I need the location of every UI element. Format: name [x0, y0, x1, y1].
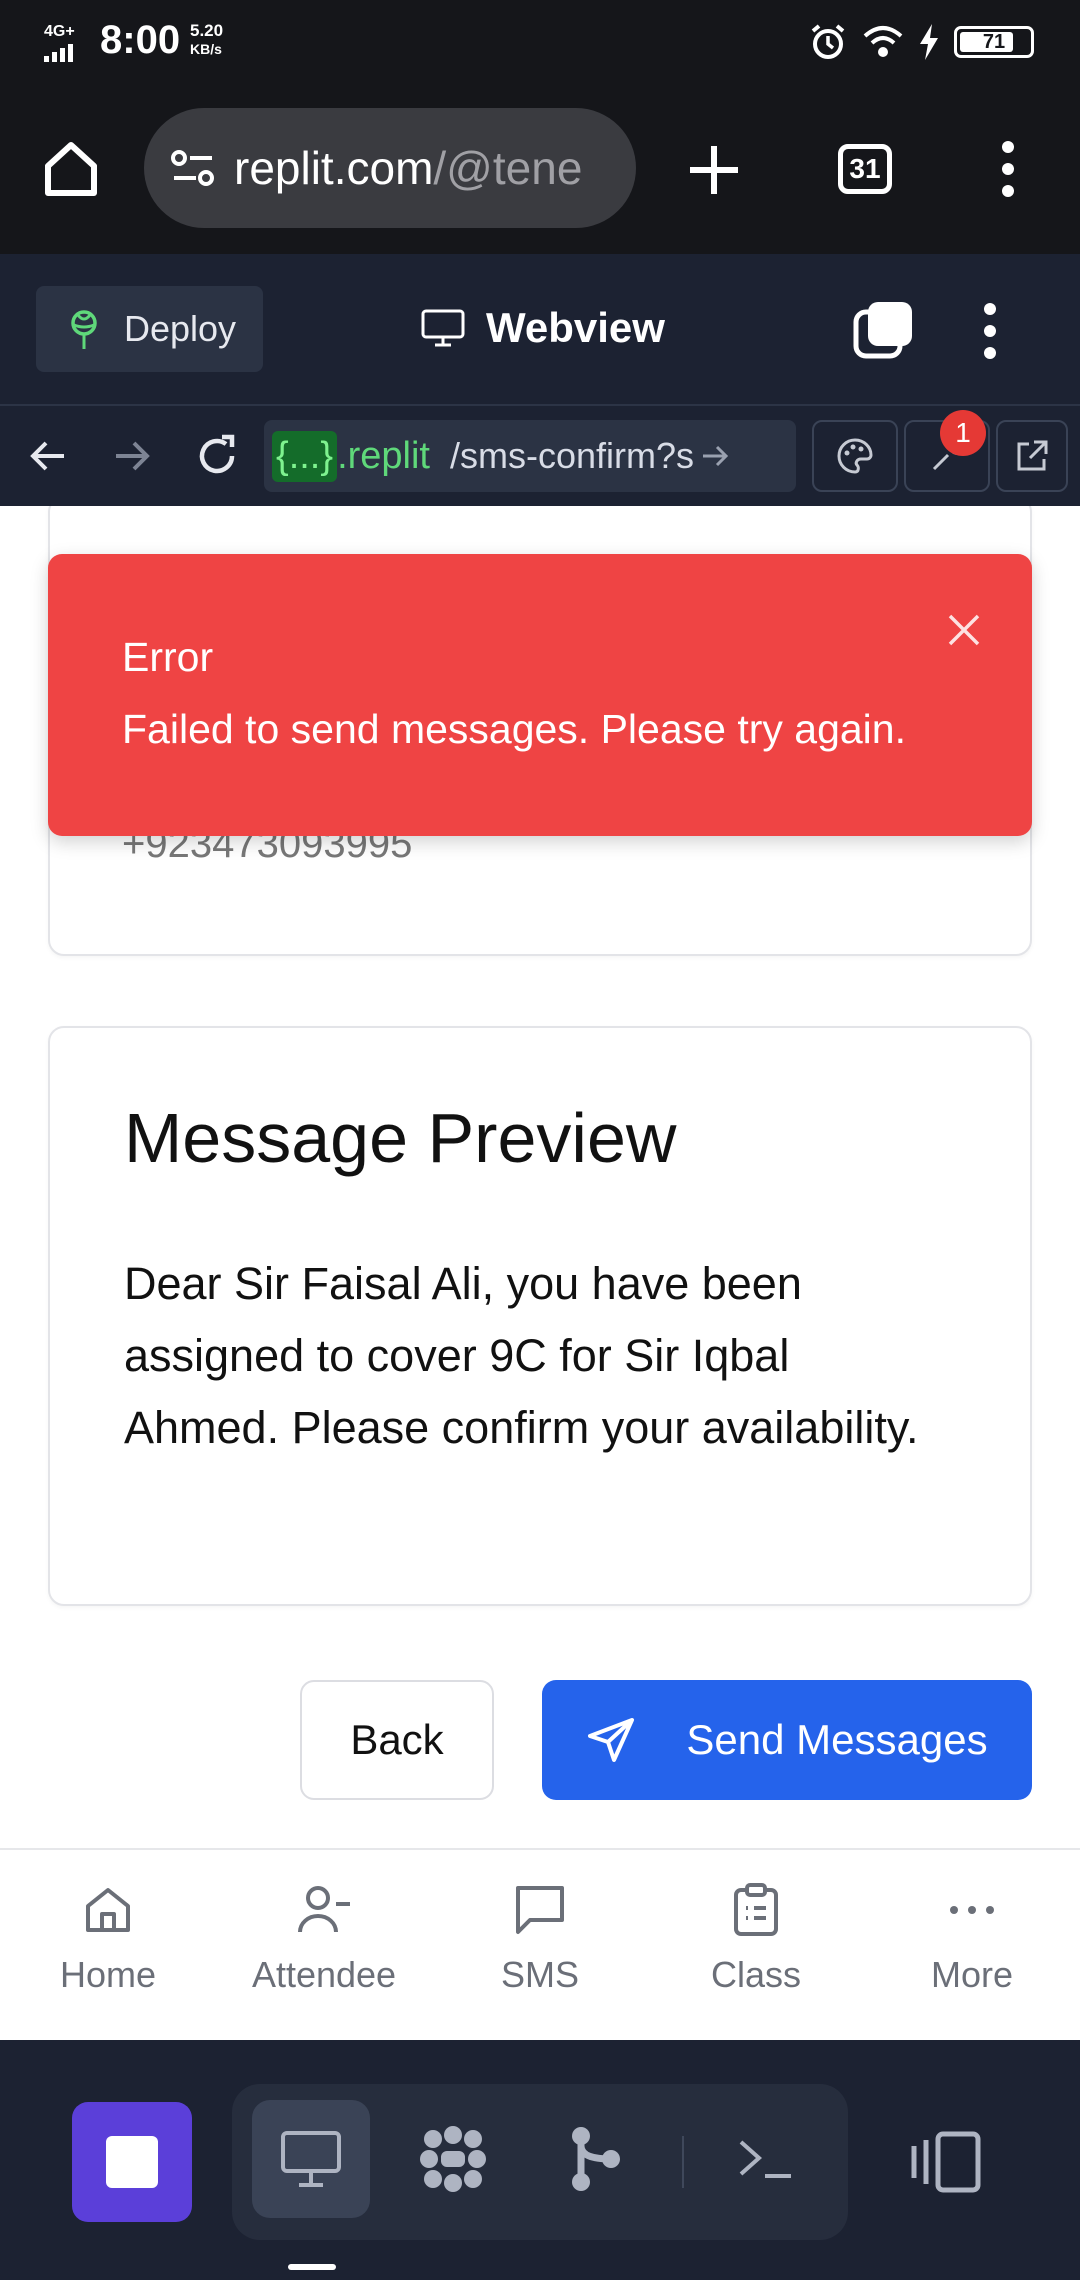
repl-domain: .replit — [337, 434, 430, 477]
tab-label: Attendee — [251, 1954, 397, 1995]
stop-button[interactable] — [72, 2102, 192, 2222]
webview-path: /sms-confirm?s — [449, 435, 695, 476]
status-icons: 71 — [808, 22, 1034, 62]
message-preview-card: Message Preview Dear Sir Faisal Ali, you… — [48, 1026, 1032, 1606]
browser-menu-icon[interactable] — [998, 138, 1018, 200]
wifi-icon — [863, 26, 903, 57]
deploy-button[interactable]: Deploy — [36, 286, 263, 372]
tab-sms[interactable]: SMS — [432, 1850, 648, 2040]
tool-divider — [682, 2136, 684, 2188]
speed-unit: KB/s — [190, 41, 222, 57]
tab-attendee[interactable]: Attendee — [216, 1850, 432, 2040]
more-horizontal-icon — [950, 1906, 994, 1914]
address-bar[interactable]: replit.com/@tene — [144, 108, 636, 228]
back-button[interactable]: Back — [300, 1680, 494, 1800]
agent-tool-button[interactable] — [394, 2100, 512, 2218]
tab-more[interactable]: More — [864, 1850, 1080, 2040]
home-icon[interactable] — [40, 138, 102, 200]
tab-home[interactable]: Home — [0, 1850, 216, 2040]
url-domain: replit.com — [234, 142, 434, 194]
monitor-icon — [281, 2131, 341, 2187]
error-toast: Error Failed to send messages. Please tr… — [48, 554, 1032, 836]
agent-icon — [420, 2126, 486, 2192]
deploy-icon — [71, 310, 97, 349]
send-messages-button[interactable]: Send Messages — [542, 1680, 1032, 1800]
notification-badge: 1 — [940, 410, 986, 456]
webview-label: Webview — [486, 304, 665, 351]
git-branch-icon — [572, 2127, 620, 2191]
clipboard-icon — [734, 1883, 778, 1936]
deploy-label: Deploy — [124, 308, 237, 349]
back-arrow-icon[interactable] — [26, 434, 70, 478]
external-link-icon — [1017, 440, 1048, 471]
stop-icon — [106, 2136, 158, 2188]
tab-label: More — [930, 1954, 1014, 1995]
app-tab-bar: Home Attendee SMS Class More — [0, 1848, 1080, 2040]
webview-tab[interactable]: Webview — [420, 304, 665, 352]
battery-level: 71 — [982, 30, 1006, 53]
toast-title: Error — [122, 634, 214, 680]
url-text: replit.com/@tene — [234, 141, 582, 195]
send-icon — [588, 1718, 635, 1762]
preview-title: Message Preview — [124, 1099, 677, 1177]
open-external-button[interactable] — [996, 420, 1068, 492]
forward-arrow-icon[interactable] — [110, 434, 154, 478]
signal-icon — [44, 44, 73, 62]
url-path: /@tene — [433, 142, 583, 194]
tab-label: SMS — [500, 1954, 579, 1995]
tab-switcher-button[interactable]: 31 — [838, 144, 892, 194]
reload-icon[interactable] — [192, 431, 242, 481]
close-icon[interactable] — [940, 606, 988, 654]
network-type: 4G+ — [44, 23, 75, 40]
home-icon — [86, 1888, 130, 1932]
tabs-icon[interactable] — [852, 300, 914, 362]
clock: 8:00 — [100, 18, 181, 62]
alarm-icon — [811, 24, 845, 59]
tab-class[interactable]: Class — [648, 1850, 864, 2040]
site-settings-icon[interactable] — [166, 141, 220, 195]
tab-label: Class — [710, 1954, 802, 1995]
tab-label: Home — [59, 1954, 157, 1995]
palette-icon — [837, 438, 873, 474]
send-label: Send Messages — [686, 1716, 988, 1763]
gesture-indicator — [288, 2264, 336, 2270]
go-arrow-icon[interactable] — [700, 441, 730, 471]
charging-icon — [920, 24, 938, 60]
repl-tag: {...} — [272, 430, 338, 482]
toast-message: Failed to send messages. Please try agai… — [122, 706, 906, 752]
battery-indicator: 71 — [954, 26, 1034, 58]
status-bar: 4G+ 8:00 5.20 KB/s 71 — [0, 0, 1080, 90]
webview-nav-bar: {...} .replit /sms-confirm?s — [0, 406, 1080, 506]
network-speed: 5.20 KB/s — [190, 22, 223, 58]
tool-switcher — [232, 2084, 848, 2240]
replit-menu-icon[interactable] — [980, 300, 1000, 362]
replit-header: Deploy Webview — [0, 254, 1080, 406]
layout-toggle-icon[interactable] — [910, 2130, 986, 2194]
network-indicator: 4G+ — [44, 22, 84, 62]
user-minus-icon — [298, 1886, 350, 1933]
terminal-icon — [739, 2140, 791, 2178]
monitor-icon — [421, 309, 465, 347]
git-tool-button[interactable] — [536, 2100, 654, 2218]
new-tab-icon[interactable] — [686, 142, 742, 198]
preview-message: Dear Sir Faisal Ali, you have been assig… — [124, 1258, 919, 1453]
webview-tool-button[interactable] — [252, 2100, 370, 2218]
webview-url-field[interactable]: {...} .replit /sms-confirm?s — [264, 420, 796, 492]
speed-value: 5.20 — [190, 21, 224, 40]
shell-tool-button[interactable] — [706, 2100, 824, 2218]
replit-bottom-toolbar — [0, 2040, 1080, 2280]
browser-toolbar: replit.com/@tene 31 — [0, 90, 1080, 254]
webview-content: +923473093995 Error Failed to send messa… — [0, 506, 1080, 2040]
theme-button[interactable] — [812, 420, 898, 492]
message-square-icon — [516, 1886, 564, 1934]
